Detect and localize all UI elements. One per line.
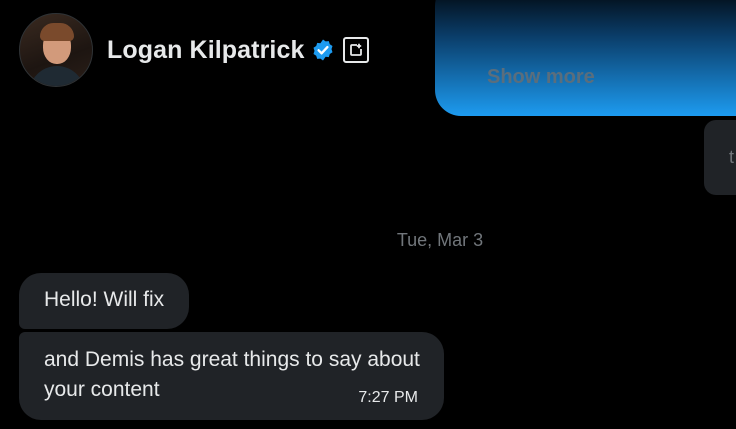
- message-timestamp: 7:27 PM: [358, 389, 418, 406]
- avatar-hair: [40, 23, 74, 41]
- open-external-icon[interactable]: [343, 37, 370, 63]
- incoming-message-bubble[interactable]: Hello! Will fix: [19, 273, 190, 329]
- date-divider: Tue, Mar 3: [396, 230, 484, 250]
- dm-conversation: Show more t Logan Kilpatrick Tue, Mar 3: [0, 0, 736, 429]
- verified-badge-icon: [311, 38, 335, 62]
- incoming-message-bubble[interactable]: and Demis has great things to say about …: [19, 332, 444, 420]
- conversation-header: Logan Kilpatrick: [19, 12, 370, 88]
- avatar[interactable]: [19, 13, 93, 87]
- reply-preview-text: t: [729, 147, 735, 167]
- message-text: Hello! Will fix: [44, 288, 165, 311]
- show-more-link[interactable]: Show more: [487, 66, 595, 89]
- outgoing-message-bubble[interactable]: [435, 0, 736, 116]
- contact-name[interactable]: Logan Kilpatrick: [107, 36, 304, 65]
- avatar-shirt: [29, 66, 85, 86]
- outgoing-reply-bubble[interactable]: t: [704, 120, 736, 195]
